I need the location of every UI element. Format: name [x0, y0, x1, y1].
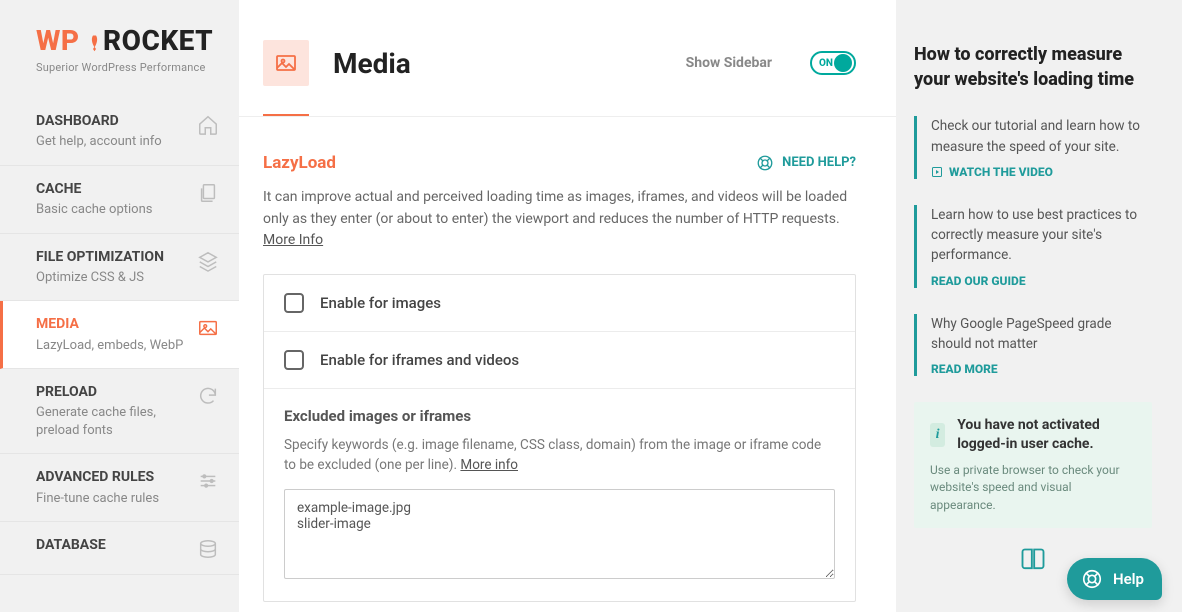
section-title: LazyLoad [263, 153, 336, 173]
nav-sub: Basic cache options [36, 201, 189, 219]
nav-title: DASHBOARD [36, 112, 189, 130]
image-icon [197, 317, 219, 339]
home-icon [197, 114, 219, 136]
play-icon [931, 166, 943, 178]
nav-dashboard[interactable]: DASHBOARD Get help, account info [0, 98, 239, 166]
tip-card: Why Google PageSpeed grade should not ma… [914, 314, 1152, 377]
nav-title: MEDIA [36, 315, 189, 333]
layers-icon [197, 250, 219, 272]
tip-text: Learn how to use best practices to corre… [931, 205, 1140, 266]
nav-cache[interactable]: CACHE Basic cache options [0, 166, 239, 234]
nav-sub: Get help, account info [36, 133, 189, 151]
nav-title: FILE OPTIMIZATION [36, 248, 189, 266]
page-title: Media [333, 47, 411, 80]
show-sidebar-toggle[interactable]: ON [810, 51, 856, 75]
notice-title: You have not activated logged-in user ca… [957, 416, 1136, 454]
tip-card: Learn how to use best practices to corre… [914, 205, 1152, 288]
refresh-icon [197, 385, 219, 407]
nav-sub: Optimize CSS & JS [36, 269, 189, 287]
option-excluded: Excluded images or iframes Specify keywo… [264, 389, 855, 602]
enable-images-checkbox[interactable] [284, 293, 304, 313]
info-icon: i [930, 423, 945, 447]
nav-title: PRELOAD [36, 383, 189, 401]
excluded-description: Specify keywords (e.g. image filename, C… [284, 435, 835, 476]
logo: WP ROCKET Superior WordPress Performance [0, 24, 239, 98]
notice-box: i You have not activated logged-in user … [914, 402, 1152, 528]
page-header: Media Show Sidebar ON [239, 0, 896, 86]
right-sidebar: How to correctly measure your website's … [896, 0, 1182, 612]
help-button[interactable]: Help [1067, 558, 1162, 600]
enable-images-label: Enable for images [320, 294, 441, 312]
more-info-link[interactable]: More Info [263, 232, 323, 248]
toggle-knob [834, 54, 852, 72]
logo-suffix: ROCKET [103, 24, 213, 57]
nav-media[interactable]: MEDIA LazyLoad, embeds, WebP [0, 301, 239, 369]
need-help-text: NEED HELP? [782, 155, 856, 170]
nav-sub: Generate cache files, preload fonts [36, 404, 189, 439]
main-panel: Media Show Sidebar ON LazyLoad NEED HELP… [239, 0, 896, 612]
nav-list: DASHBOARD Get help, account info CACHE Bas… [0, 98, 239, 575]
read-guide-link[interactable]: READ OUR GUIDE [931, 274, 1140, 288]
logo-tagline: Superior WordPress Performance [36, 61, 219, 74]
book-icon [1016, 546, 1050, 574]
logo-prefix: WP [36, 24, 80, 57]
nav-title: ADVANCED RULES [36, 468, 189, 486]
tip-text: Why Google PageSpeed grade should not ma… [931, 314, 1140, 355]
tip-text: Check our tutorial and learn how to meas… [931, 116, 1140, 157]
right-title: How to correctly measure your website's … [914, 42, 1152, 92]
nav-sub: LazyLoad, embeds, WebP [36, 337, 189, 355]
options-container: Enable for images Enable for iframes and… [263, 274, 856, 603]
database-icon [197, 538, 219, 560]
help-button-label: Help [1113, 570, 1144, 588]
page-icon [263, 40, 309, 86]
enable-images-row[interactable]: Enable for images [284, 293, 835, 313]
need-help-link[interactable]: NEED HELP? [756, 154, 856, 172]
option-enable-images: Enable for images [264, 275, 855, 332]
nav-file-optimization[interactable]: FILE OPTIMIZATION Optimize CSS & JS [0, 234, 239, 302]
enable-iframes-checkbox[interactable] [284, 350, 304, 370]
image-icon [274, 51, 298, 75]
sidebar: WP ROCKET Superior WordPress Performance… [0, 0, 239, 612]
nav-title: CACHE [36, 180, 189, 198]
excluded-title: Excluded images or iframes [284, 407, 835, 425]
option-enable-iframes: Enable for iframes and videos [264, 332, 855, 389]
excluded-textarea[interactable] [284, 489, 835, 579]
nav-title: DATABASE [36, 536, 189, 554]
excluded-more-link[interactable]: More info [460, 457, 518, 473]
nav-advanced-rules[interactable]: ADVANCED RULES Fine-tune cache rules [0, 454, 239, 522]
enable-iframes-row[interactable]: Enable for iframes and videos [284, 350, 835, 370]
read-more-link[interactable]: READ MORE [931, 362, 1140, 376]
watch-video-link[interactable]: WATCH THE VIDEO [931, 165, 1140, 179]
nav-database[interactable]: DATABASE [0, 522, 239, 575]
content: LazyLoad NEED HELP? It can improve actua… [239, 117, 896, 612]
lifebuoy-icon [756, 154, 774, 172]
copy-icon [197, 182, 219, 204]
lifebuoy-icon [1081, 568, 1103, 590]
notice-text: Use a private browser to check your webs… [930, 462, 1136, 514]
section-description: It can improve actual and perceived load… [263, 187, 856, 252]
enable-iframes-label: Enable for iframes and videos [320, 351, 519, 369]
toggle-on-text: ON [819, 58, 833, 69]
sliders-icon [197, 470, 219, 492]
tip-card: Check our tutorial and learn how to meas… [914, 116, 1152, 179]
show-sidebar-label: Show Sidebar [686, 55, 772, 71]
nav-preload[interactable]: PRELOAD Generate cache files, preload fon… [0, 369, 239, 454]
nav-sub: Fine-tune cache rules [36, 490, 189, 508]
